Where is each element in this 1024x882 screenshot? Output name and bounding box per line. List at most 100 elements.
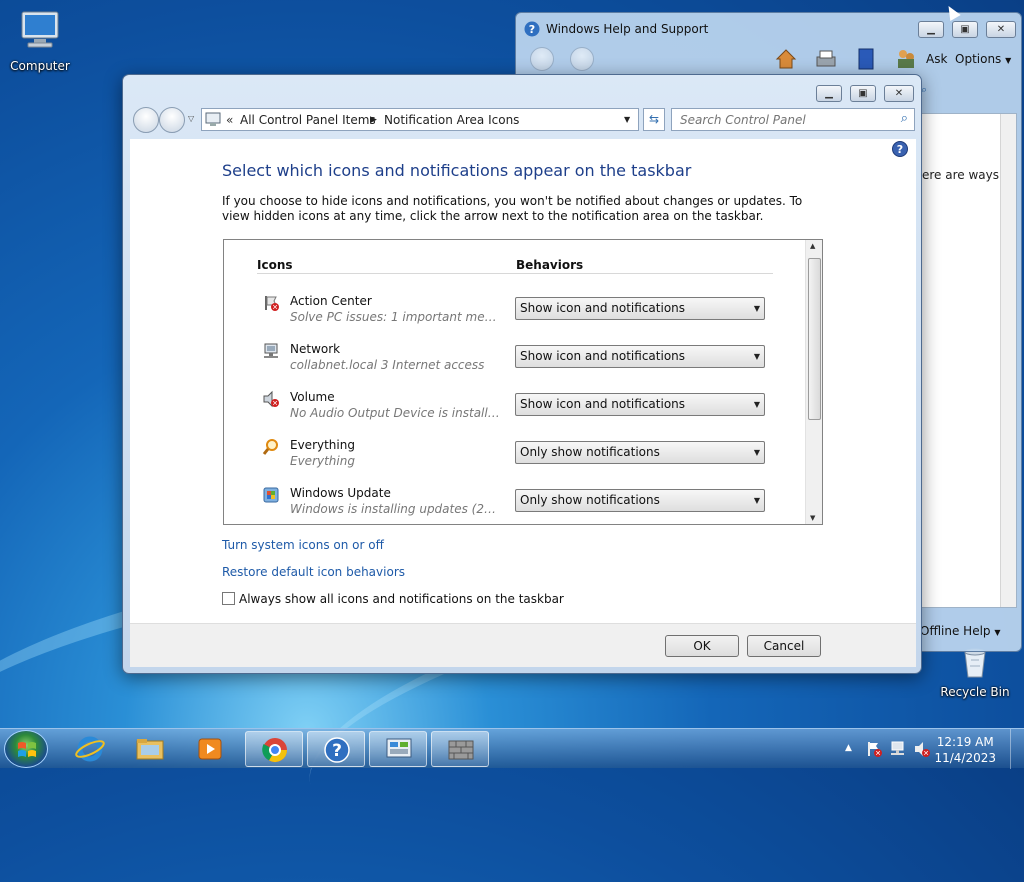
volume-muted-icon[interactable]: ✕ [914,741,930,757]
behavior-dropdown[interactable]: Only show notifications ▼ [515,441,765,464]
navigation-bar: ▽ « All Control Panel Items ▶ Notificati… [131,105,915,135]
taskbar-chrome[interactable] [245,731,303,767]
dropdown-arrow-icon: ▼ [753,496,760,505]
maximize-button[interactable]: ▣ [850,85,876,102]
close-button[interactable]: ✕ [884,85,914,102]
list-item: ✕ Action Center Solve PC issues: 1 impor… [262,292,772,336]
behavior-dropdown[interactable]: Show icon and notifications ▼ [515,393,765,416]
minimize-button[interactable]: ▁ [816,85,842,102]
show-hidden-icons-button[interactable]: ▲ [845,743,861,759]
breadcrumb-separator-icon[interactable]: ▶ [370,115,377,125]
item-status: No Audio Output Device is installed. [290,406,500,420]
address-bar[interactable]: « All Control Panel Items ▶ Notification… [201,108,639,131]
help-forward-button[interactable] [570,47,594,71]
help-minimize-button[interactable]: ▁ [918,21,944,38]
recent-pages-dropdown[interactable]: ▽ [188,114,194,123]
help-search-icon[interactable]: ⌕ [921,83,933,103]
network-icon[interactable] [890,741,906,757]
taskbar-file-explorer[interactable] [121,731,179,767]
forward-button[interactable] [159,107,185,133]
column-header-behaviors: Behaviors [516,258,584,272]
behavior-dropdown[interactable]: Only show notifications ▼ [515,489,765,512]
breadcrumb-notification-icons[interactable]: Notification Area Icons [384,113,519,127]
always-show-label[interactable]: Always show all icons and notifications … [239,592,564,606]
notification-area-icons-window[interactable]: ▁ ▣ ✕ ▽ « All Control Panel Items ▶ Noti… [122,74,922,674]
help-back-button[interactable] [530,47,554,71]
behavior-dropdown[interactable]: Show icon and notifications ▼ [515,345,765,368]
item-name: Everything [290,438,355,452]
offline-help-menu[interactable]: Offline Help ▼ [920,624,1001,638]
dropdown-arrow-icon: ▼ [753,304,760,313]
desktop-icon-recycle-bin[interactable]: Recycle Bin [937,648,1013,699]
breadcrumb-all-items[interactable]: All Control Panel Items [240,113,376,127]
item-name: Network [290,342,341,356]
svg-text:?: ? [897,143,903,156]
taskbar-control-panel[interactable] [369,731,427,767]
taskbar: ? ▲ ✕ ✕ 12:19 AM 11/4/2023 [0,728,1024,769]
svg-text:✕: ✕ [272,400,278,408]
behavior-value: Show icon and notifications [520,397,686,411]
control-panel-icon [205,112,221,126]
show-desktop-button[interactable] [1010,729,1024,769]
behavior-dropdown[interactable]: Show icon and notifications ▼ [515,297,765,320]
help-maximize-button[interactable]: ▣ [952,21,978,38]
svg-text:✕: ✕ [272,304,278,312]
turn-system-icons-link[interactable]: Turn system icons on or off [222,538,384,552]
everything-search-icon [262,439,278,455]
scroll-up-icon[interactable]: ▲ [810,242,815,250]
taskbar-media-player[interactable] [181,731,239,767]
search-input[interactable] [678,112,878,128]
ok-button[interactable]: OK [665,635,739,657]
taskbar-help-support[interactable]: ? [307,731,365,767]
taskbar-internet-explorer[interactable] [61,731,119,767]
search-box[interactable]: ⌕ [671,108,915,131]
windows-update-icon [263,487,279,503]
browse-help-icon[interactable] [856,47,876,71]
media-player-icon [198,738,222,760]
item-status: Windows is installing updates (20% c... [290,502,500,516]
volume-muted-icon: ✕ [263,390,279,408]
start-button[interactable] [4,730,48,768]
desktop-icon-computer[interactable]: Computer [2,8,78,73]
always-show-checkbox-row[interactable]: Always show all icons and notifications … [222,592,564,606]
help-close-button[interactable]: ✕ [986,21,1016,38]
options-label: Options [955,52,1002,66]
print-icon[interactable] [814,49,838,71]
icons-behaviors-list: Icons Behaviors ✕ Action Center Solve PC… [223,239,823,525]
control-panel-icon [386,738,412,758]
back-button[interactable] [133,107,159,133]
item-status: Everything [290,454,355,468]
chevron-down-icon: ▼ [994,628,1001,637]
list-scrollbar[interactable]: ▲ ▼ [805,240,822,524]
refresh-button[interactable]: ⇆ [643,108,665,131]
scrollbar-thumb[interactable] [808,258,821,420]
action-center-flag-icon[interactable]: ✕ [866,741,882,757]
svg-text:?: ? [332,741,342,761]
breadcrumb-overflow-icon[interactable]: « [226,113,233,127]
item-name: Volume [290,390,335,404]
search-icon[interactable]: ⌕ [901,111,908,126]
computer-icon [21,11,59,48]
taskbar-firewall[interactable] [431,731,489,767]
scroll-down-icon[interactable]: ▼ [810,514,815,522]
help-scrollbar[interactable] [1000,114,1016,607]
firewall-icon [448,740,474,760]
home-icon[interactable] [774,47,798,71]
dropdown-arrow-icon: ▼ [753,448,760,457]
restore-defaults-link[interactable]: Restore default icon behaviors [222,565,405,579]
ask-button[interactable]: Ask [926,52,947,66]
address-dropdown-icon[interactable]: ▼ [624,115,630,124]
help-icon[interactable]: ? [892,141,908,157]
cancel-button[interactable]: Cancel [747,635,821,657]
windows-logo-icon [18,742,36,757]
item-status: collabnet.local 3 Internet access [290,358,485,372]
help-body-text: ere are ways [922,168,999,182]
always-show-checkbox[interactable] [222,592,235,605]
options-menu[interactable]: Options ▼ [955,52,1011,66]
offline-help-label: Offline Help [920,624,991,638]
behavior-value: Show icon and notifications [520,301,686,315]
item-name: Windows Update [290,486,391,500]
system-clock[interactable]: 12:19 AM 11/4/2023 [934,734,996,766]
internet-explorer-icon [75,736,105,762]
chevron-down-icon: ▼ [1005,56,1012,65]
